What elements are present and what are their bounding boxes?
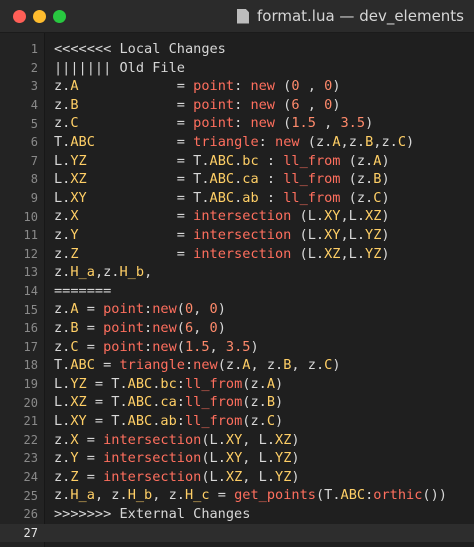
line-number: 12 — [23, 246, 38, 261]
line-number: 6 — [30, 135, 38, 150]
code-text[interactable]: L.YZ = T.ABC.bc : ll_from (z.A) — [54, 152, 390, 171]
code-line[interactable]: 8 L.XZ = T.ABC.ca : ll_from (z.B) — [0, 170, 474, 189]
line-number: 19 — [23, 377, 38, 392]
line-number: 22 — [23, 432, 38, 447]
code-text[interactable]: z.H_a, z.H_b, z.H_c = get_points(T.ABC:o… — [54, 486, 447, 505]
code-text[interactable]: z.H_a,z.H_b, — [54, 263, 152, 282]
code-line[interactable]: 1 <<<<<<< Local Changes — [0, 40, 474, 59]
line-number: 27 — [23, 525, 38, 540]
line-number: 1 — [30, 42, 38, 57]
code-text[interactable]: z.C = point:new(1.5, 3.5) — [54, 338, 259, 357]
code-text[interactable]: z.Z = intersection (L.XZ,L.YZ) — [54, 245, 390, 264]
line-number: 24 — [23, 470, 38, 485]
code-text[interactable]: z.X = intersection(L.XY, L.XZ) — [54, 431, 300, 450]
line-number: 25 — [23, 488, 38, 503]
minimize-window-button[interactable] — [33, 10, 46, 23]
code-text[interactable]: L.XZ = T.ABC.ca:ll_from(z.B) — [54, 393, 283, 412]
line-number: 10 — [23, 209, 38, 224]
code-line[interactable]: 16 z.B = point:new(6, 0) — [0, 319, 474, 338]
code-text[interactable]: T.ABC = triangle:new(z.A, z.B, z.C) — [54, 356, 341, 375]
code-line[interactable]: 17 z.C = point:new(1.5, 3.5) — [0, 338, 474, 357]
code-line[interactable]: 11 z.Y = intersection (L.XY,L.YZ) — [0, 226, 474, 245]
code-line[interactable]: 23 z.Y = intersection(L.XY, L.YZ) — [0, 449, 474, 468]
code-line[interactable]: 26 >>>>>>> External Changes — [0, 505, 474, 524]
title-bar: format.lua — dev_elements — [0, 0, 474, 33]
window-title: format.lua — dev_elements — [256, 7, 464, 25]
lua-file-icon — [236, 8, 249, 24]
line-number: 7 — [30, 153, 38, 168]
code-text[interactable]: z.C = point: new (1.5 , 3.5) — [54, 114, 373, 133]
line-number: 4 — [30, 98, 38, 113]
code-line[interactable]: 2 ||||||| Old File — [0, 59, 474, 78]
code-text[interactable]: z.B = point:new(6, 0) — [54, 319, 226, 338]
line-number: 21 — [23, 414, 38, 429]
line-number: 26 — [23, 507, 38, 522]
code-line[interactable]: 14 ======= — [0, 282, 474, 301]
code-text[interactable]: z.Y = intersection (L.XY,L.YZ) — [54, 226, 390, 245]
code-line[interactable]: 19 L.YZ = T.ABC.bc:ll_from(z.A) — [0, 375, 474, 394]
maximize-window-button[interactable] — [53, 10, 66, 23]
line-number: 2 — [30, 60, 38, 75]
code-line[interactable]: 20 L.XZ = T.ABC.ca:ll_from(z.B) — [0, 393, 474, 412]
code-line[interactable]: 7 L.YZ = T.ABC.bc : ll_from (z.A) — [0, 152, 474, 171]
line-number: 18 — [23, 358, 38, 373]
code-text[interactable]: ||||||| Old File — [54, 59, 185, 78]
code-text[interactable]: z.A = point:new(0, 0) — [54, 300, 226, 319]
line-number: 17 — [23, 339, 38, 354]
code-line[interactable]: 13 z.H_a,z.H_b, — [0, 263, 474, 282]
code-line[interactable]: 4 z.B = point: new (6 , 0) — [0, 96, 474, 115]
editor-window: format.lua — dev_elements 1 <<<<<<< Local… — [0, 0, 474, 547]
line-number: 11 — [23, 228, 38, 243]
code-line[interactable]: 12 z.Z = intersection (L.XZ,L.YZ) — [0, 245, 474, 264]
code-line[interactable]: 6 T.ABC = triangle: new (z.A,z.B,z.C) — [0, 133, 474, 152]
line-number: 15 — [23, 302, 38, 317]
code-line[interactable]: 18 T.ABC = triangle:new(z.A, z.B, z.C) — [0, 356, 474, 375]
line-number: 9 — [30, 191, 38, 206]
close-window-button[interactable] — [13, 10, 26, 23]
code-text[interactable]: z.B = point: new (6 , 0) — [54, 96, 341, 115]
line-number: 3 — [30, 79, 38, 94]
code-line[interactable]: 27 — [0, 523, 474, 543]
line-number: 5 — [30, 116, 38, 131]
line-number: 20 — [23, 395, 38, 410]
code-text[interactable]: L.XY = T.ABC.ab : ll_from (z.C) — [54, 189, 390, 208]
code-text[interactable]: z.A = point: new (0 , 0) — [54, 77, 341, 96]
code-editor[interactable]: 1 <<<<<<< Local Changes 2 ||||||| Old File 3… — [0, 33, 474, 547]
code-line[interactable]: 21 L.XY = T.ABC.ab:ll_from(z.C) — [0, 412, 474, 431]
line-number: 23 — [23, 451, 38, 466]
code-text[interactable]: L.YZ = T.ABC.bc:ll_from(z.A) — [54, 375, 283, 394]
line-number: 8 — [30, 172, 38, 187]
code-text[interactable]: T.ABC = triangle: new (z.A,z.B,z.C) — [54, 133, 414, 152]
code-line[interactable]: 24 z.Z = intersection(L.XZ, L.YZ) — [0, 468, 474, 487]
line-number: 14 — [23, 284, 38, 299]
code-line[interactable]: 5 z.C = point: new (1.5 , 3.5) — [0, 114, 474, 133]
code-text[interactable]: z.Y = intersection(L.XY, L.YZ) — [54, 449, 300, 468]
code-text[interactable]: z.Z = intersection(L.XZ, L.YZ) — [54, 468, 300, 487]
code-line[interactable]: 3 z.A = point: new (0 , 0) — [0, 77, 474, 96]
code-text[interactable]: <<<<<<< Local Changes — [54, 40, 226, 59]
code-line[interactable]: 25 z.H_a, z.H_b, z.H_c = get_points(T.ABC… — [0, 486, 474, 505]
code-text[interactable]: L.XY = T.ABC.ab:ll_from(z.C) — [54, 412, 283, 431]
code-text[interactable]: ======= — [54, 282, 111, 301]
code-text[interactable]: L.XZ = T.ABC.ca : ll_from (z.B) — [54, 170, 390, 189]
code-text[interactable]: z.X = intersection (L.XY,L.XZ) — [54, 207, 390, 226]
code-line[interactable]: 9 L.XY = T.ABC.ab : ll_from (z.C) — [0, 189, 474, 208]
code-line[interactable]: 22 z.X = intersection(L.XY, L.XZ) — [0, 431, 474, 450]
window-title-wrap: format.lua — dev_elements — [236, 0, 464, 32]
code-text[interactable]: >>>>>>> External Changes — [54, 505, 250, 524]
code-line[interactable]: 10 z.X = intersection (L.XY,L.XZ) — [0, 207, 474, 226]
code-line[interactable]: 15 z.A = point:new(0, 0) — [0, 300, 474, 319]
line-number: 13 — [23, 265, 38, 280]
line-number: 16 — [23, 321, 38, 336]
